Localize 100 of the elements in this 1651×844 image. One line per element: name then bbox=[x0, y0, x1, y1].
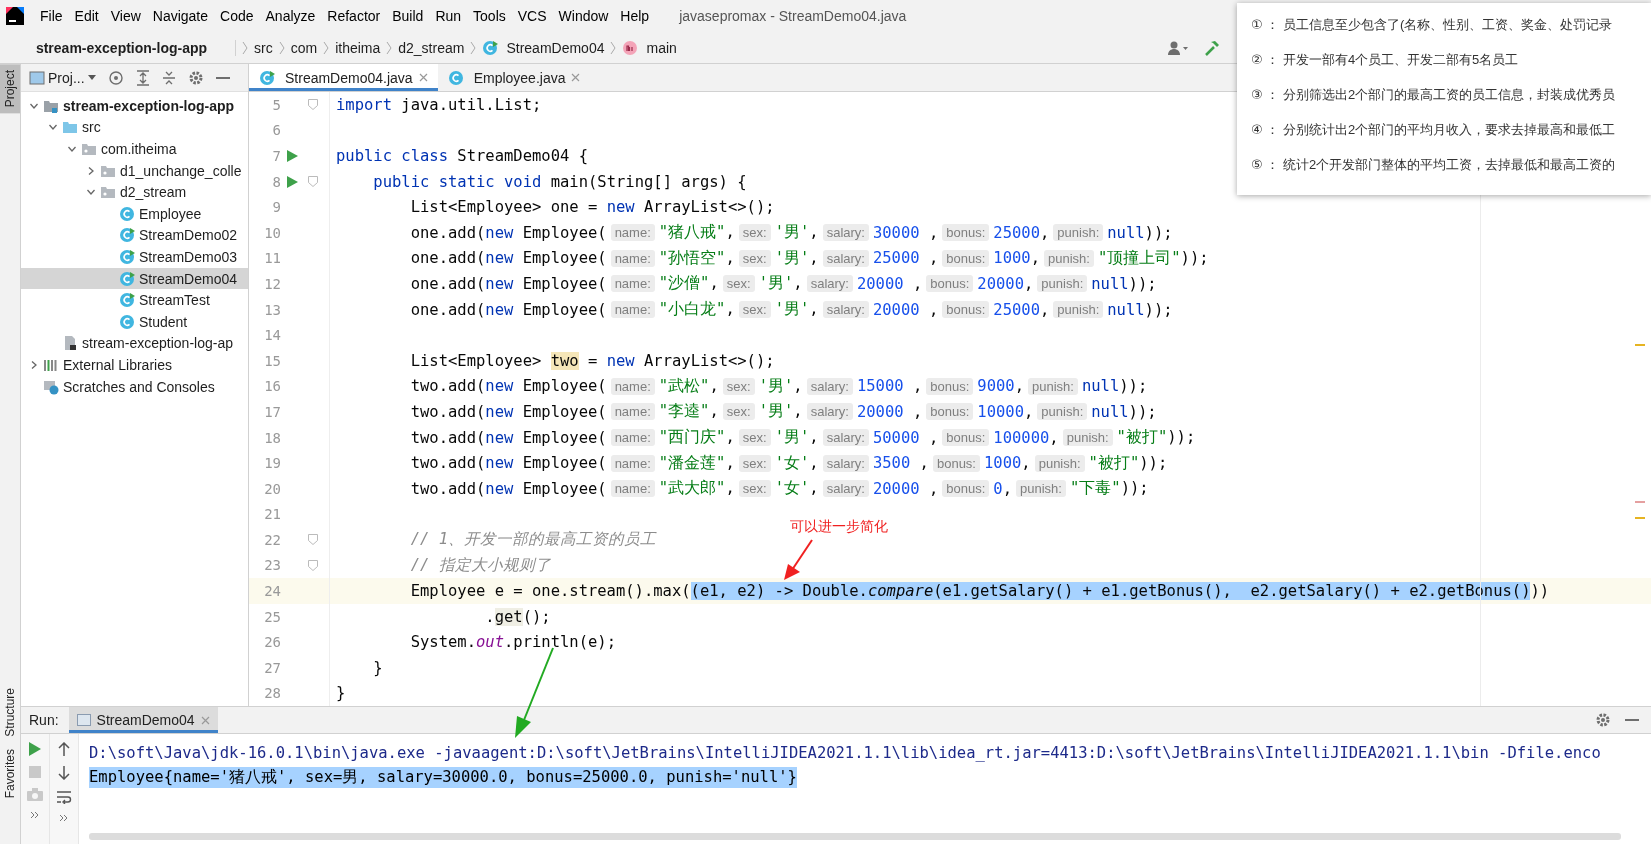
run-icon[interactable] bbox=[286, 150, 298, 162]
tree-row[interactable]: Scratches and Consoles bbox=[21, 375, 248, 398]
parameter-hint: punish: bbox=[1034, 454, 1085, 472]
tree-label: Scratches and Consoles bbox=[63, 378, 215, 395]
parameter-hint: bonus: bbox=[926, 377, 974, 395]
chevron-icon bbox=[323, 40, 330, 55]
code-text: 15000 , bbox=[856, 377, 923, 396]
parameter-hint: punish: bbox=[1037, 275, 1088, 293]
parameter-hint: salary: bbox=[822, 224, 869, 242]
parameter-hint: punish: bbox=[1053, 224, 1104, 242]
run-icon[interactable] bbox=[286, 175, 298, 188]
breadcrumb[interactable]: StreamDemo04 bbox=[506, 39, 605, 56]
breadcrumb[interactable]: stream-exception-log-app bbox=[8, 39, 236, 56]
code-text: // 1、开发一部的最高工资的员工 bbox=[409, 529, 656, 551]
settings-icon[interactable] bbox=[187, 69, 204, 86]
parameter-hint: sex: bbox=[738, 301, 771, 319]
menu-item[interactable]: Run bbox=[429, 8, 468, 24]
app-logo bbox=[6, 7, 24, 25]
soft-wrap-icon[interactable] bbox=[56, 790, 72, 804]
tree-row[interactable]: Student bbox=[21, 310, 248, 333]
menu-item[interactable]: Code bbox=[214, 8, 260, 24]
tree-row[interactable]: d2_stream bbox=[21, 181, 248, 203]
menu-item[interactable]: File bbox=[34, 8, 69, 24]
code-text: '女', bbox=[774, 452, 819, 474]
chevron-icon[interactable] bbox=[29, 359, 39, 370]
breadcrumb[interactable]: itheima bbox=[335, 39, 381, 56]
down-arrow-icon[interactable] bbox=[58, 766, 70, 780]
breadcrumb[interactable]: src bbox=[254, 39, 273, 56]
breadcrumb[interactable]: main bbox=[646, 39, 677, 56]
editor-tab[interactable]: Employee.java bbox=[437, 64, 591, 91]
menu-item[interactable]: Window bbox=[552, 8, 615, 24]
tree-row[interactable]: External Libraries bbox=[21, 354, 248, 376]
menu-item[interactable]: Navigate bbox=[146, 8, 215, 24]
up-arrow-icon[interactable] bbox=[58, 742, 70, 756]
menu-item[interactable]: Build bbox=[386, 8, 430, 24]
parameter-hint: name: bbox=[610, 429, 655, 446]
marker-stripe[interactable] bbox=[1635, 517, 1645, 519]
editor-tab[interactable]: StreamDemo04.java bbox=[249, 64, 438, 91]
package-icon bbox=[100, 184, 116, 201]
scratches-icon bbox=[43, 378, 59, 395]
parameter-hint: name: bbox=[610, 224, 655, 242]
line-number: 10 bbox=[263, 224, 281, 241]
code-text: "被打")); bbox=[1088, 452, 1168, 474]
tool-window-tab[interactable]: Favorites bbox=[0, 742, 20, 804]
menu-item[interactable]: Help bbox=[614, 8, 656, 24]
breadcrumb[interactable]: com bbox=[290, 39, 318, 56]
tree-row[interactable]: Employee bbox=[21, 202, 248, 225]
settings-icon[interactable] bbox=[1595, 712, 1611, 728]
tree-row[interactable]: stream-exception-log-ap bbox=[21, 332, 248, 355]
tree-row[interactable]: stream-exception-log-app bbox=[21, 95, 248, 117]
parameter-hint: punish: bbox=[1016, 480, 1066, 498]
marker-stripe[interactable] bbox=[1635, 344, 1645, 346]
collapse-all-icon[interactable] bbox=[161, 69, 176, 86]
code-text: one.add(new Employee( bbox=[409, 223, 607, 242]
run-icon[interactable] bbox=[29, 742, 41, 756]
menu-item[interactable]: Refactor bbox=[321, 8, 387, 24]
marker-stripe[interactable] bbox=[1635, 501, 1645, 503]
line-number: 8 bbox=[271, 173, 281, 190]
code-text: 9000, bbox=[977, 377, 1024, 396]
chevron-icon[interactable] bbox=[67, 144, 77, 154]
tree-row[interactable]: StreamDemo02 bbox=[21, 224, 248, 247]
menu-item[interactable]: Edit bbox=[68, 8, 105, 24]
code-text: one.add(new Employee( bbox=[409, 249, 607, 268]
more-icon[interactable] bbox=[59, 814, 69, 822]
tree-row[interactable]: src bbox=[21, 116, 248, 139]
tree-row[interactable]: StreamDemo04 bbox=[21, 267, 248, 290]
menu-item[interactable]: Analyze bbox=[259, 8, 322, 24]
close-icon[interactable] bbox=[418, 73, 428, 82]
run-tab[interactable]: StreamDemo04 bbox=[68, 707, 218, 733]
tree-label: d1_unchange_colle bbox=[120, 162, 242, 179]
menu-item[interactable]: VCS bbox=[511, 8, 553, 24]
code-text: two.add(new Employee( bbox=[409, 377, 607, 396]
chevron-icon[interactable] bbox=[86, 165, 96, 176]
target-icon[interactable] bbox=[107, 69, 124, 86]
tree-row[interactable]: StreamTest bbox=[21, 289, 248, 311]
more-icon[interactable] bbox=[30, 811, 40, 819]
menu-item[interactable]: View bbox=[104, 8, 147, 24]
parameter-hint: bonus: bbox=[942, 249, 990, 267]
tool-window-tab[interactable]: Structure bbox=[0, 681, 20, 743]
tree-row[interactable]: StreamDemo03 bbox=[21, 246, 248, 268]
tree-row[interactable]: com.itheima bbox=[21, 138, 248, 160]
code-text: List<Employee> two = new ArrayList<>(); bbox=[409, 351, 775, 370]
hammer-icon[interactable] bbox=[1203, 38, 1221, 57]
package-icon bbox=[81, 141, 97, 157]
parameter-hint: salary: bbox=[806, 275, 853, 293]
user-icon[interactable] bbox=[1167, 39, 1189, 56]
menu-item[interactable]: Tools bbox=[467, 8, 512, 24]
parameter-hint: punish: bbox=[1028, 377, 1078, 395]
tool-window-tab[interactable]: Project bbox=[0, 64, 20, 114]
tree-row[interactable]: d1_unchange_colle bbox=[21, 159, 248, 182]
breadcrumb[interactable]: d2_stream bbox=[398, 39, 465, 56]
scrollbar[interactable] bbox=[89, 833, 1621, 840]
code-text: 1000, bbox=[984, 454, 1031, 473]
view-dropdown[interactable]: Proj... bbox=[29, 69, 96, 86]
expand-all-icon[interactable] bbox=[135, 69, 150, 86]
close-icon[interactable] bbox=[571, 73, 581, 82]
console-icon bbox=[76, 714, 91, 726]
chevron-icon bbox=[278, 40, 285, 55]
tree-label: External Libraries bbox=[63, 356, 172, 373]
parameter-hint: sex: bbox=[738, 480, 771, 498]
